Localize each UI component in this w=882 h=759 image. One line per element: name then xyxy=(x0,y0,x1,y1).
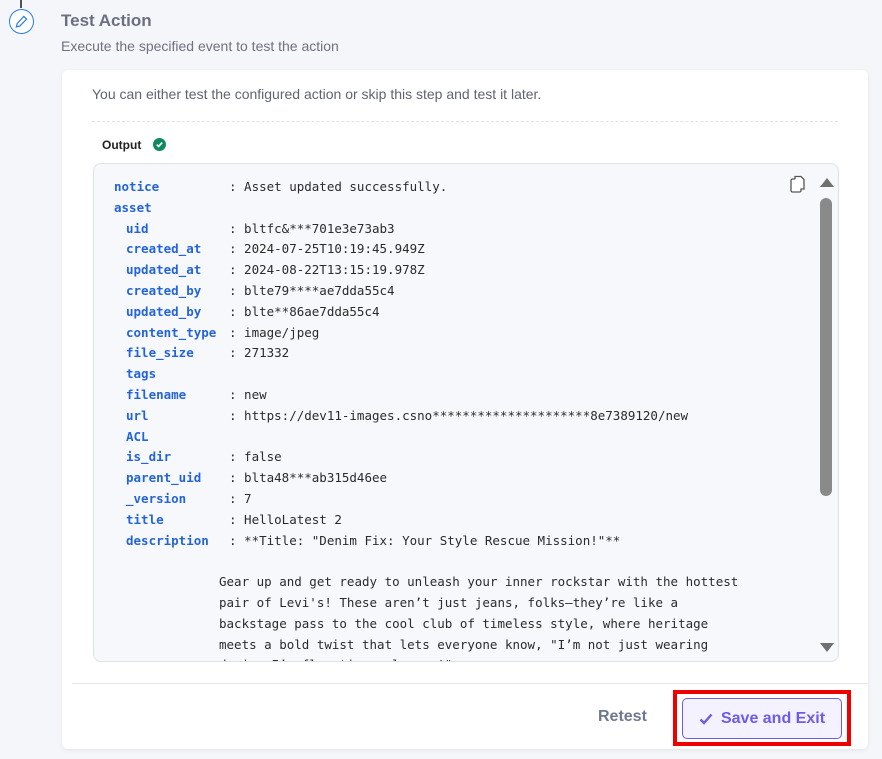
output-value: : blte**86ae7dda55c4 xyxy=(229,303,380,319)
output-label: Output xyxy=(102,138,142,152)
output-value: : HelloLatest 2 xyxy=(229,511,342,527)
save-label: Save and Exit xyxy=(720,709,826,727)
check-circle-icon xyxy=(153,138,166,151)
output-value: : Asset updated successfully. xyxy=(229,179,448,194)
output-key: tags xyxy=(126,366,157,382)
output-key: parent_uid xyxy=(126,470,202,486)
output-row: description : **Title: "Denim Fix: Your S… xyxy=(114,531,738,552)
output-key: asset xyxy=(114,199,152,215)
output-row: notice : Asset updated successfully. xyxy=(114,177,738,198)
output-value: : 2024-07-25T10:19:45.949Z xyxy=(229,241,425,257)
output-code: notice : Asset updated successfully. asset… xyxy=(114,177,739,661)
output-key: url xyxy=(126,407,149,423)
output-value: : false xyxy=(229,449,282,465)
output-row: filename : new xyxy=(114,385,738,406)
output-row: tags xyxy=(114,364,738,385)
output-key: file_size xyxy=(126,345,194,361)
output-key: is_dir xyxy=(126,449,172,465)
output-row: is_dir : false xyxy=(114,447,738,468)
output-value: : blte79****ae7dda55c4 xyxy=(229,282,395,298)
description-line: backstage pass to the cool club of timel… xyxy=(219,615,709,631)
step-subtitle: Execute the specified event to test the … xyxy=(61,38,339,54)
scroll-down-arrow-icon[interactable] xyxy=(820,643,834,652)
output-row: updated_by : blte**86ae7dda55c4 xyxy=(114,302,738,323)
output-key: title xyxy=(126,511,164,527)
output-value: : 7 xyxy=(229,490,252,506)
scroll-up-arrow-icon[interactable] xyxy=(820,178,834,187)
retest-button[interactable]: Retest xyxy=(598,708,647,726)
output-row: created_by : blte79****ae7dda55c4 xyxy=(114,281,738,302)
output-value: : **Title: "Denim Fix: Your Style Rescue… xyxy=(229,532,621,548)
output-row: asset xyxy=(114,198,738,219)
output-key: created_at xyxy=(126,241,202,257)
save-and-exit-button[interactable]: Save and Exit xyxy=(682,698,842,739)
output-row: created_at : 2024-07-25T10:19:45.949Z xyxy=(114,239,738,260)
output-value: : 271332 xyxy=(229,345,290,361)
footer-divider xyxy=(72,683,868,684)
output-key: updated_at xyxy=(126,262,202,278)
output-key: content_type xyxy=(126,324,217,340)
output-value: : 2024-08-22T13:15:19.978Z xyxy=(229,262,425,278)
output-key: _version xyxy=(126,490,187,506)
output-key: description xyxy=(126,532,209,548)
output-row: file_size : 271332 xyxy=(114,343,738,364)
output-value: : blta48***ab315d46ee xyxy=(229,470,388,486)
output-key: notice xyxy=(114,179,160,194)
scrollbar-thumb[interactable] xyxy=(820,198,832,496)
scrollbar[interactable] xyxy=(818,174,834,652)
output-key: filename xyxy=(126,386,187,402)
output-panel: notice : Asset updated successfully. asset… xyxy=(93,163,839,662)
output-row: parent_uid : blta48***ab315d46ee xyxy=(114,468,738,489)
output-value: : bltfc&***701e3e73ab3 xyxy=(229,220,395,236)
description-line: Gear up and get ready to unleash your in… xyxy=(219,574,739,590)
output-key: updated_by xyxy=(126,303,202,319)
step-connector xyxy=(20,0,22,8)
output-row: _version : 7 xyxy=(114,489,738,510)
divider xyxy=(92,121,838,122)
output-key: ACL xyxy=(126,428,149,444)
output-row: ACL xyxy=(114,427,738,448)
output-key: created_by xyxy=(126,282,202,298)
output-value: : new xyxy=(229,386,267,402)
output-row: uid : bltfc&***701e3e73ab3 xyxy=(114,219,738,240)
output-row: content_type : image/jpeg xyxy=(114,323,738,344)
pencil-icon xyxy=(9,9,34,34)
checkmark-icon xyxy=(699,713,713,725)
copy-icon[interactable] xyxy=(790,175,806,198)
output-value: : image/jpeg xyxy=(229,324,320,340)
description-line: pair of Levi's! These aren’t just jeans,… xyxy=(219,594,679,610)
output-value: : https://dev11-images.csno*************… xyxy=(229,407,689,423)
output-row: url : https://dev11-images.csno**********… xyxy=(114,406,738,427)
description-line: meets a bold twist that lets everyone kn… xyxy=(219,636,709,652)
output-row: updated_at : 2024-08-22T13:15:19.978Z xyxy=(114,260,738,281)
description-line xyxy=(114,551,738,572)
intro-text: You can either test the configured actio… xyxy=(92,86,542,102)
output-row: title : HelloLatest 2 xyxy=(114,510,738,531)
description-line: denim, I’m flaunting a legacy!" xyxy=(114,655,738,661)
output-key: uid xyxy=(126,220,149,236)
test-action-card: You can either test the configured actio… xyxy=(62,70,868,749)
step-title: Test Action xyxy=(61,11,152,30)
